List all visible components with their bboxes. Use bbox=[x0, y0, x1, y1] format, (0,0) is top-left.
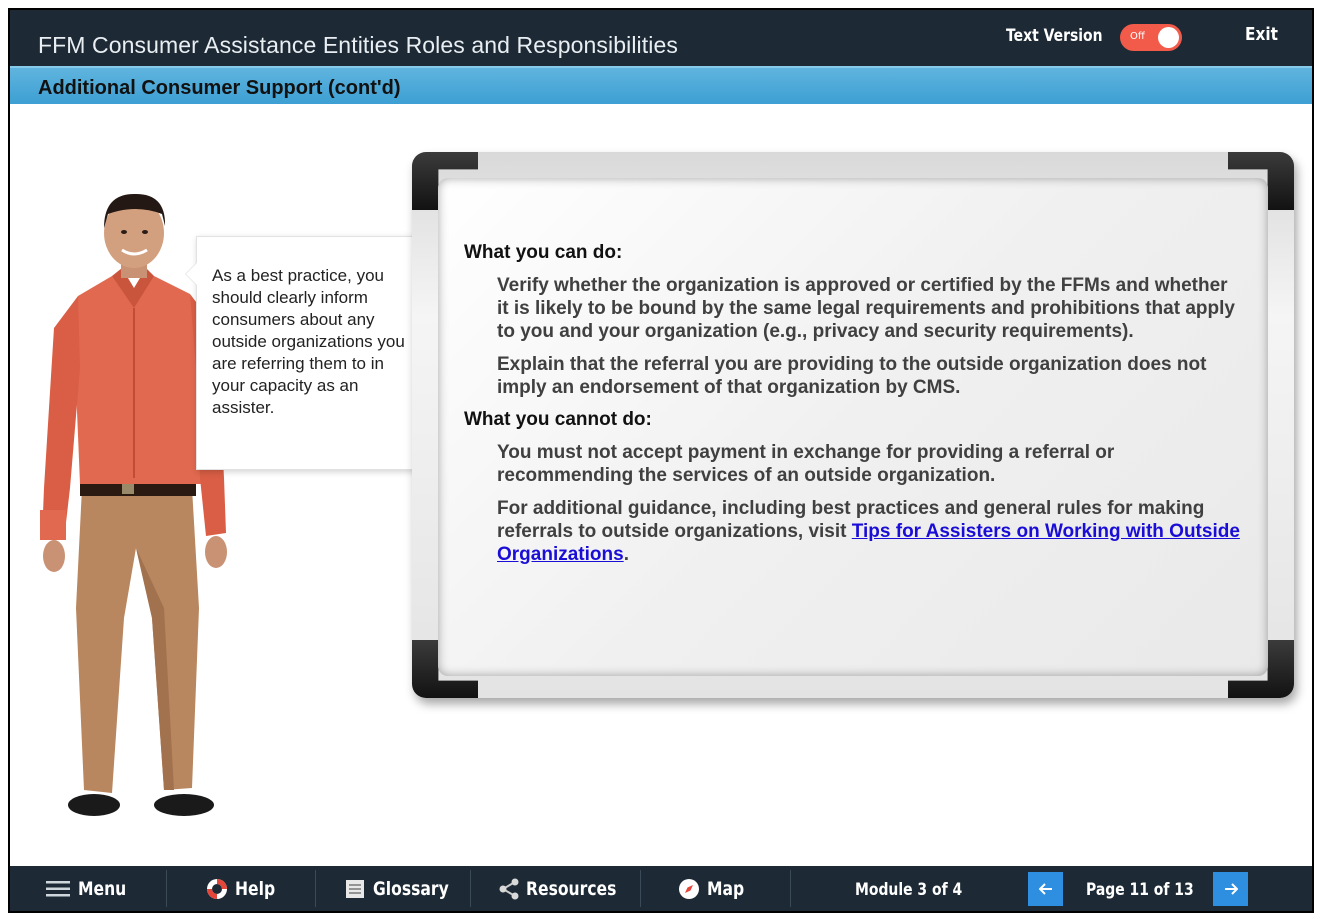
top-bar: FFM Consumer Assistance Entities Roles a… bbox=[10, 10, 1312, 66]
help-button[interactable]: Help bbox=[206, 866, 284, 911]
text-version-label: Text Version bbox=[1006, 26, 1103, 46]
module-indicator: Module 3 of 4 bbox=[855, 880, 963, 900]
can-do-item: Verify whether the organization is appro… bbox=[497, 275, 1235, 342]
nav-divider bbox=[315, 870, 316, 907]
exit-button[interactable]: Exit bbox=[1245, 24, 1278, 45]
whiteboard-content: What you can do: Verify whether the orga… bbox=[464, 242, 1244, 576]
cannot-do-heading: What you cannot do: bbox=[464, 409, 652, 430]
nav-divider bbox=[166, 870, 167, 907]
menu-label: Menu bbox=[78, 877, 127, 900]
page-title: Additional Consumer Support (cont'd) bbox=[38, 77, 401, 99]
page-title-bar: Additional Consumer Support (cont'd) bbox=[10, 66, 1312, 104]
speech-bubble: As a best practice, you should clearly i… bbox=[186, 236, 418, 470]
nav-divider bbox=[790, 870, 791, 907]
speech-bubble-text: As a best practice, you should clearly i… bbox=[212, 266, 405, 417]
map-button[interactable]: Map bbox=[678, 866, 752, 911]
share-icon bbox=[499, 878, 519, 899]
course-title: FFM Consumer Assistance Entities Roles a… bbox=[38, 32, 678, 58]
can-do-item: Explain that the referral you are provid… bbox=[497, 354, 1207, 398]
resources-label: Resources bbox=[526, 877, 617, 900]
compass-icon bbox=[679, 878, 699, 899]
course-window: FFM Consumer Assistance Entities Roles a… bbox=[8, 8, 1314, 913]
resources-button[interactable]: Resources bbox=[498, 866, 636, 911]
page-indicator: Page 11 of 13 bbox=[1086, 880, 1194, 900]
toggle-state-label: Off bbox=[1130, 31, 1145, 42]
arrow-left-icon bbox=[1038, 883, 1052, 895]
nav-divider bbox=[470, 870, 471, 907]
glossary-label: Glossary bbox=[373, 877, 449, 900]
can-do-heading: What you can do: bbox=[464, 242, 623, 263]
glossary-button[interactable]: Glossary bbox=[345, 866, 465, 911]
guidance-end: . bbox=[623, 544, 629, 565]
text-version-toggle[interactable]: Off bbox=[1120, 24, 1182, 51]
arrow-right-icon bbox=[1224, 883, 1238, 895]
toggle-knob bbox=[1158, 27, 1179, 48]
guidance-paragraph: For additional guidance, including best … bbox=[497, 497, 1244, 566]
help-label: Help bbox=[235, 877, 276, 900]
cannot-do-item: You must not accept payment in exchange … bbox=[497, 442, 1115, 486]
hamburger-icon bbox=[46, 880, 70, 896]
speech-bubble-tail bbox=[186, 263, 197, 285]
nav-divider bbox=[640, 870, 641, 907]
book-icon bbox=[346, 879, 364, 898]
map-label: Map bbox=[707, 877, 745, 900]
whiteboard: What you can do: Verify whether the orga… bbox=[412, 152, 1294, 698]
bottom-nav-bar: Menu Help Glossary Resources Map Module … bbox=[10, 866, 1312, 911]
menu-button[interactable]: Menu bbox=[46, 866, 137, 911]
previous-page-button[interactable] bbox=[1028, 872, 1063, 906]
lifebuoy-icon bbox=[207, 878, 227, 899]
next-page-button[interactable] bbox=[1213, 872, 1248, 906]
